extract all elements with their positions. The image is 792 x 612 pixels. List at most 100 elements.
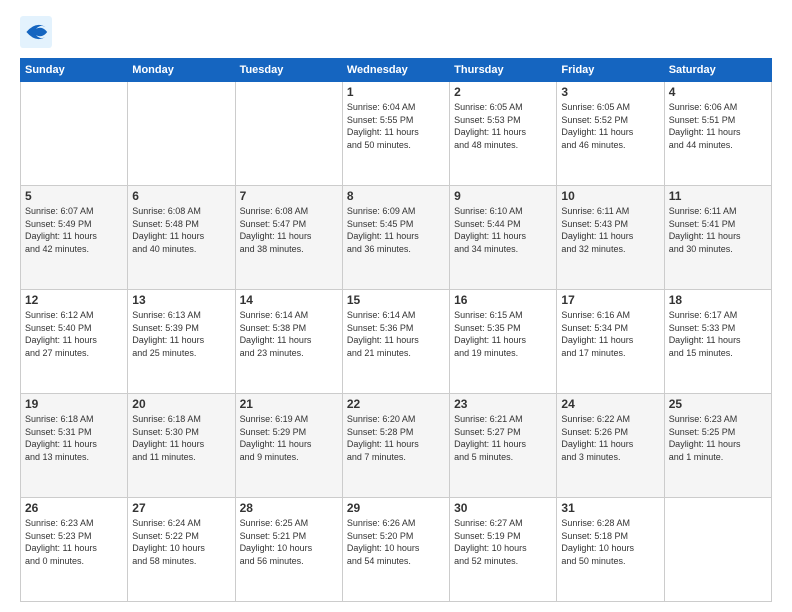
day-number: 1 <box>347 85 445 99</box>
day-info: Sunrise: 6:16 AM Sunset: 5:34 PM Dayligh… <box>561 309 659 359</box>
day-cell-28: 28 Sunrise: 6:25 AM Sunset: 5:21 PM Dayli… <box>235 498 342 602</box>
day-info: Sunrise: 6:12 AM Sunset: 5:40 PM Dayligh… <box>25 309 123 359</box>
day-number: 5 <box>25 189 123 203</box>
day-number: 8 <box>347 189 445 203</box>
empty-cell <box>128 82 235 186</box>
day-number: 16 <box>454 293 552 307</box>
day-cell-5: 5Sunrise: 6:07 AM Sunset: 5:49 PM Daylig… <box>21 186 128 290</box>
day-info: Sunrise: 6:11 AM Sunset: 5:41 PM Dayligh… <box>669 205 767 255</box>
col-header-saturday: Saturday <box>664 59 771 82</box>
day-info: Sunrise: 6:21 AM Sunset: 5:27 PM Dayligh… <box>454 413 552 463</box>
empty-cell <box>664 498 771 602</box>
day-cell-17: 17 Sunrise: 6:16 AM Sunset: 5:34 PM Dayli… <box>557 290 664 394</box>
week-row-2: 12 Sunrise: 6:12 AM Sunset: 5:40 PM Dayli… <box>21 290 772 394</box>
calendar-table: SundayMondayTuesdayWednesdayThursdayFrid… <box>20 58 772 602</box>
day-cell-24: 24 Sunrise: 6:22 AM Sunset: 5:26 PM Dayli… <box>557 394 664 498</box>
day-number: 19 <box>25 397 123 411</box>
day-info: Sunrise: 6:14 AM Sunset: 5:36 PM Dayligh… <box>347 309 445 359</box>
day-cell-1: 1 Sunrise: 6:04 AM Sunset: 5:55 PM Daylig… <box>342 82 449 186</box>
day-cell-29: 29Sunrise: 6:26 AM Sunset: 5:20 PM Dayli… <box>342 498 449 602</box>
day-cell-25: 25 Sunrise: 6:23 AM Sunset: 5:25 PM Dayli… <box>664 394 771 498</box>
day-cell-13: 13 Sunrise: 6:13 AM Sunset: 5:39 PM Dayli… <box>128 290 235 394</box>
day-cell-6: 6 Sunrise: 6:08 AM Sunset: 5:48 PM Daylig… <box>128 186 235 290</box>
day-number: 9 <box>454 189 552 203</box>
day-number: 23 <box>454 397 552 411</box>
day-info: Sunrise: 6:08 AM Sunset: 5:48 PM Dayligh… <box>132 205 230 255</box>
day-cell-15: 15 Sunrise: 6:14 AM Sunset: 5:36 PM Dayli… <box>342 290 449 394</box>
col-header-friday: Friday <box>557 59 664 82</box>
day-info: Sunrise: 6:23 AM Sunset: 5:25 PM Dayligh… <box>669 413 767 463</box>
day-info: Sunrise: 6:08 AM Sunset: 5:47 PM Dayligh… <box>240 205 338 255</box>
day-info: Sunrise: 6:10 AM Sunset: 5:44 PM Dayligh… <box>454 205 552 255</box>
day-cell-9: 9 Sunrise: 6:10 AM Sunset: 5:44 PM Daylig… <box>450 186 557 290</box>
day-cell-26: 26 Sunrise: 6:23 AM Sunset: 5:23 PM Dayli… <box>21 498 128 602</box>
day-number: 6 <box>132 189 230 203</box>
day-number: 22 <box>347 397 445 411</box>
empty-cell <box>235 82 342 186</box>
day-info: Sunrise: 6:18 AM Sunset: 5:30 PM Dayligh… <box>132 413 230 463</box>
day-number: 10 <box>561 189 659 203</box>
week-row-0: 1 Sunrise: 6:04 AM Sunset: 5:55 PM Daylig… <box>21 82 772 186</box>
day-info: Sunrise: 6:06 AM Sunset: 5:51 PM Dayligh… <box>669 101 767 151</box>
day-number: 27 <box>132 501 230 515</box>
day-cell-3: 3Sunrise: 6:05 AM Sunset: 5:52 PM Daylig… <box>557 82 664 186</box>
day-number: 25 <box>669 397 767 411</box>
day-number: 30 <box>454 501 552 515</box>
day-cell-22: 22 Sunrise: 6:20 AM Sunset: 5:28 PM Dayli… <box>342 394 449 498</box>
day-info: Sunrise: 6:18 AM Sunset: 5:31 PM Dayligh… <box>25 413 123 463</box>
day-number: 29 <box>347 501 445 515</box>
day-cell-19: 19 Sunrise: 6:18 AM Sunset: 5:31 PM Dayli… <box>21 394 128 498</box>
logo <box>20 16 56 48</box>
day-cell-10: 10Sunrise: 6:11 AM Sunset: 5:43 PM Dayli… <box>557 186 664 290</box>
day-cell-20: 20 Sunrise: 6:18 AM Sunset: 5:30 PM Dayli… <box>128 394 235 498</box>
week-row-4: 26 Sunrise: 6:23 AM Sunset: 5:23 PM Dayli… <box>21 498 772 602</box>
empty-cell <box>21 82 128 186</box>
header-row: SundayMondayTuesdayWednesdayThursdayFrid… <box>21 59 772 82</box>
day-info: Sunrise: 6:17 AM Sunset: 5:33 PM Dayligh… <box>669 309 767 359</box>
col-header-sunday: Sunday <box>21 59 128 82</box>
day-number: 17 <box>561 293 659 307</box>
day-cell-27: 27Sunrise: 6:24 AM Sunset: 5:22 PM Dayli… <box>128 498 235 602</box>
col-header-monday: Monday <box>128 59 235 82</box>
day-number: 12 <box>25 293 123 307</box>
week-row-3: 19 Sunrise: 6:18 AM Sunset: 5:31 PM Dayli… <box>21 394 772 498</box>
day-cell-23: 23 Sunrise: 6:21 AM Sunset: 5:27 PM Dayli… <box>450 394 557 498</box>
day-number: 20 <box>132 397 230 411</box>
day-cell-30: 30Sunrise: 6:27 AM Sunset: 5:19 PM Dayli… <box>450 498 557 602</box>
day-info: Sunrise: 6:22 AM Sunset: 5:26 PM Dayligh… <box>561 413 659 463</box>
page: SundayMondayTuesdayWednesdayThursdayFrid… <box>0 0 792 612</box>
day-number: 28 <box>240 501 338 515</box>
day-number: 18 <box>669 293 767 307</box>
col-header-wednesday: Wednesday <box>342 59 449 82</box>
day-info: Sunrise: 6:28 AM Sunset: 5:18 PM Dayligh… <box>561 517 659 567</box>
day-number: 26 <box>25 501 123 515</box>
day-cell-12: 12 Sunrise: 6:12 AM Sunset: 5:40 PM Dayli… <box>21 290 128 394</box>
day-info: Sunrise: 6:05 AM Sunset: 5:53 PM Dayligh… <box>454 101 552 151</box>
day-cell-4: 4Sunrise: 6:06 AM Sunset: 5:51 PM Daylig… <box>664 82 771 186</box>
day-info: Sunrise: 6:20 AM Sunset: 5:28 PM Dayligh… <box>347 413 445 463</box>
day-info: Sunrise: 6:25 AM Sunset: 5:21 PM Dayligh… <box>240 517 338 567</box>
logo-icon <box>20 16 52 48</box>
day-info: Sunrise: 6:04 AM Sunset: 5:55 PM Dayligh… <box>347 101 445 151</box>
day-info: Sunrise: 6:05 AM Sunset: 5:52 PM Dayligh… <box>561 101 659 151</box>
day-info: Sunrise: 6:23 AM Sunset: 5:23 PM Dayligh… <box>25 517 123 567</box>
day-cell-7: 7 Sunrise: 6:08 AM Sunset: 5:47 PM Daylig… <box>235 186 342 290</box>
day-number: 11 <box>669 189 767 203</box>
day-number: 24 <box>561 397 659 411</box>
day-number: 15 <box>347 293 445 307</box>
day-cell-2: 2 Sunrise: 6:05 AM Sunset: 5:53 PM Daylig… <box>450 82 557 186</box>
day-cell-14: 14Sunrise: 6:14 AM Sunset: 5:38 PM Dayli… <box>235 290 342 394</box>
day-info: Sunrise: 6:15 AM Sunset: 5:35 PM Dayligh… <box>454 309 552 359</box>
col-header-tuesday: Tuesday <box>235 59 342 82</box>
header <box>20 16 772 48</box>
col-header-thursday: Thursday <box>450 59 557 82</box>
day-number: 31 <box>561 501 659 515</box>
day-cell-8: 8 Sunrise: 6:09 AM Sunset: 5:45 PM Daylig… <box>342 186 449 290</box>
day-number: 2 <box>454 85 552 99</box>
day-info: Sunrise: 6:09 AM Sunset: 5:45 PM Dayligh… <box>347 205 445 255</box>
day-number: 13 <box>132 293 230 307</box>
day-info: Sunrise: 6:13 AM Sunset: 5:39 PM Dayligh… <box>132 309 230 359</box>
day-number: 21 <box>240 397 338 411</box>
day-cell-16: 16 Sunrise: 6:15 AM Sunset: 5:35 PM Dayli… <box>450 290 557 394</box>
day-number: 7 <box>240 189 338 203</box>
